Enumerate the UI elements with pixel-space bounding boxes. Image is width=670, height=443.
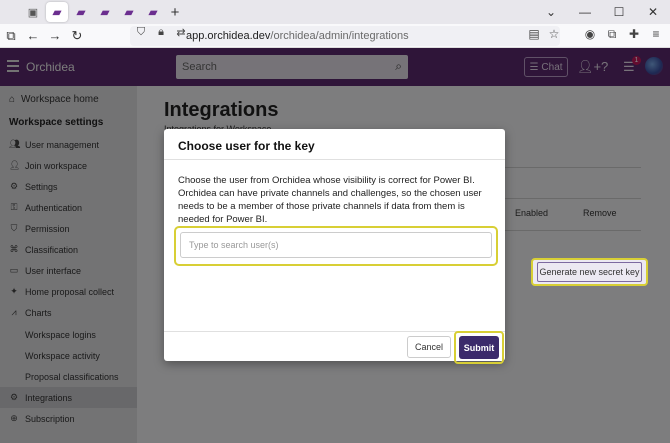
new-tab-button[interactable]: + bbox=[164, 2, 186, 22]
generate-secret-key-button[interactable]: Generate new secret key bbox=[537, 262, 642, 282]
cancel-button[interactable]: Cancel bbox=[407, 336, 451, 358]
shield-icon[interactable]: ⛉ bbox=[132, 26, 150, 39]
browser-tab[interactable]: ▰ bbox=[142, 2, 164, 22]
browser-tab-bar: ▣ ▰ ▰ ▰ ▰ ▰ + ⌄ — ☐ ✕ bbox=[0, 0, 670, 24]
generate-key-highlight: Generate new secret key bbox=[531, 258, 648, 286]
user-search-highlight bbox=[174, 226, 498, 266]
dialog-divider bbox=[164, 159, 505, 160]
browser-tab-active[interactable]: ▰ bbox=[46, 2, 68, 22]
reader-view-icon[interactable]: ▤ bbox=[526, 27, 542, 41]
dialog-title: Choose user for the key bbox=[178, 139, 315, 153]
choose-user-dialog: Choose user for the key Choose the user … bbox=[164, 129, 505, 364]
reload-icon[interactable]: ↻ bbox=[66, 28, 88, 44]
browser-nav-bar: ⧉ ← → ↻ ⛉ 🔒︎ ⇄ app.orchidea.dev/orchidea… bbox=[0, 24, 670, 48]
sidebar-toggle-icon[interactable]: ⧉ bbox=[0, 28, 22, 44]
dialog-description: Choose the user from Orchidea whose visi… bbox=[178, 175, 482, 225]
tab-overview-icon[interactable]: ▣ bbox=[22, 2, 44, 22]
url-text[interactable]: app.orchidea.dev/orchidea/admin/integrat… bbox=[186, 24, 409, 48]
extensions-icon[interactable]: ⧉ bbox=[604, 27, 620, 42]
account-icon[interactable]: ◉ bbox=[582, 27, 598, 42]
submit-highlight: Submit bbox=[454, 331, 504, 364]
submit-button[interactable]: Submit bbox=[459, 336, 499, 359]
browser-tab[interactable]: ▰ bbox=[94, 2, 116, 22]
chevron-down-icon[interactable]: ⌄ bbox=[534, 5, 568, 19]
browser-tab[interactable]: ▰ bbox=[70, 2, 92, 22]
browser-tab[interactable]: ▰ bbox=[118, 2, 140, 22]
lock-icon[interactable]: 🔒︎ bbox=[152, 26, 170, 39]
minimize-icon[interactable]: — bbox=[568, 5, 602, 19]
back-icon[interactable]: ← bbox=[22, 28, 44, 43]
url-path: /orchidea/admin/integrations bbox=[270, 30, 409, 42]
forward-icon[interactable]: → bbox=[44, 28, 66, 43]
window-controls: ⌄ — ☐ ✕ bbox=[534, 5, 670, 19]
user-search-input[interactable] bbox=[180, 232, 492, 258]
puzzle-icon[interactable]: ✚ bbox=[626, 27, 642, 42]
url-security-icons: ⛉ 🔒︎ ⇄ bbox=[132, 26, 190, 39]
menu-icon[interactable]: ≡ bbox=[648, 27, 664, 42]
maximize-icon[interactable]: ☐ bbox=[602, 5, 636, 19]
url-domain: app.orchidea.dev bbox=[186, 30, 271, 42]
close-icon[interactable]: ✕ bbox=[636, 5, 670, 19]
bookmark-star-icon[interactable]: ☆ bbox=[546, 27, 562, 41]
